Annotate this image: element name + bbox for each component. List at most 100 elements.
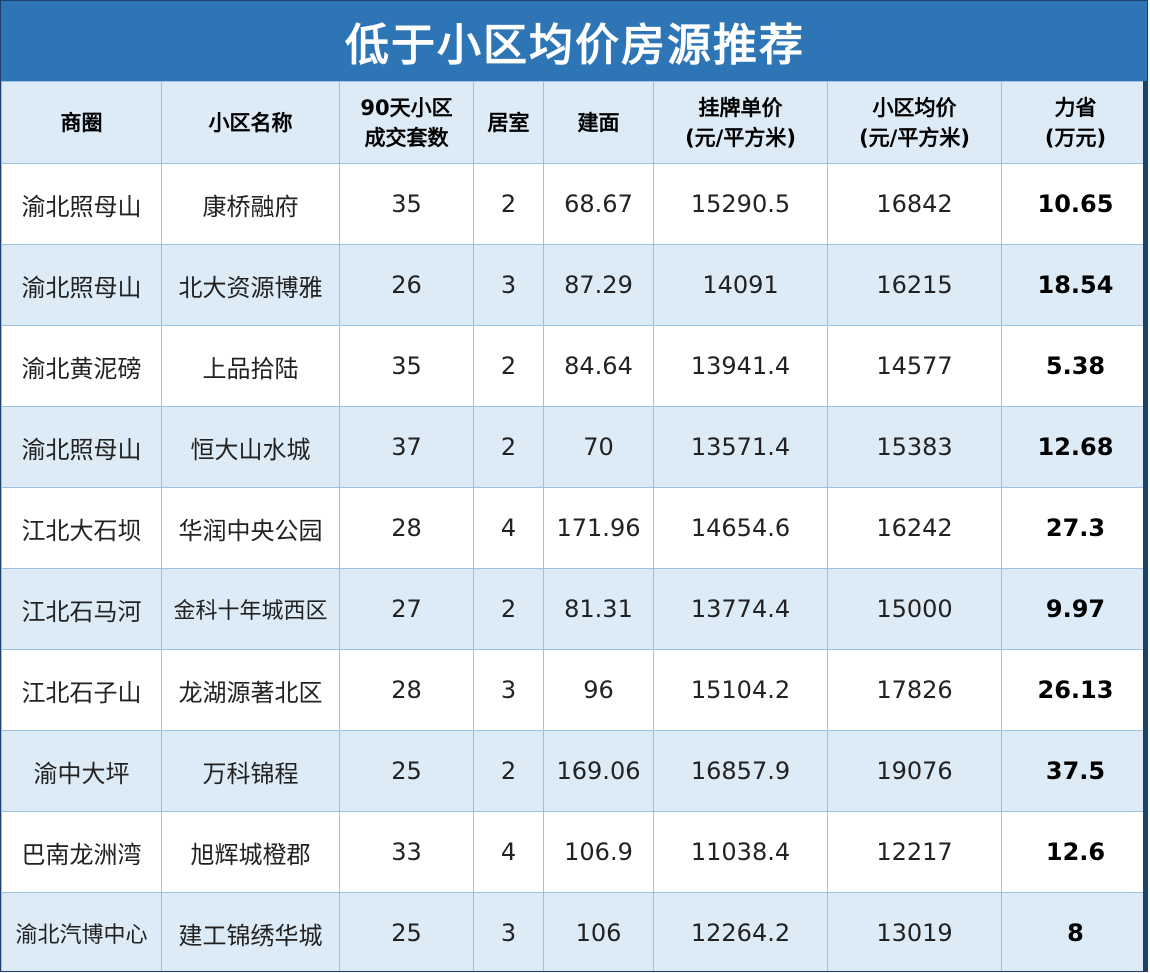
cell-area: 81.31 xyxy=(543,568,654,650)
cell-deals: 26 xyxy=(339,244,474,326)
header-area: 建面 xyxy=(543,81,654,164)
header-avg-price: 小区均价 (元/平方米) xyxy=(827,81,1002,164)
cell-rooms: 4 xyxy=(473,487,544,569)
cell-community: 万科锦程 xyxy=(161,730,340,812)
header-list-price: 挂牌单价 (元/平方米) xyxy=(653,81,828,164)
listings-table: 商圈 小区名称 90天小区成交套数 居室 建面 挂牌单价 (元/平方米) 小区均价… xyxy=(1,81,1147,971)
header-label: 居室 xyxy=(487,110,530,135)
cell-area: 68.67 xyxy=(543,163,654,245)
cell-list-price: 16857.9 xyxy=(653,730,828,812)
table-row: 江北大石坝 华润中央公园 28 4 171.96 14654.6 16242 2… xyxy=(1,487,1147,569)
cell-community: 北大资源博雅 xyxy=(161,244,340,326)
cell-list-price: 14091 xyxy=(653,244,828,326)
cell-community: 康桥融府 xyxy=(161,163,340,245)
listing-sheet: 低于小区均价房源推荐 商圈 小区名称 90天小区成交套数 居室 建面 挂牌单价 (… xyxy=(0,0,1148,972)
header-sublabel: (万元) xyxy=(1044,125,1107,150)
cell-district: 江北石子山 xyxy=(1,649,162,731)
table-row: 江北石马河 金科十年城西区 27 2 81.31 13774.4 15000 9… xyxy=(1,568,1147,650)
cell-avg-price: 16215 xyxy=(827,244,1002,326)
table-row: 渝北汽博中心 建工锦绣华城 25 3 106 12264.2 13019 8 xyxy=(1,892,1147,971)
cell-district: 江北大石坝 xyxy=(1,487,162,569)
cell-avg-price: 15000 xyxy=(827,568,1002,650)
cell-rooms: 2 xyxy=(473,163,544,245)
table-row: 渝北照母山 北大资源博雅 26 3 87.29 14091 16215 18.5… xyxy=(1,244,1147,326)
cell-list-price: 11038.4 xyxy=(653,811,828,893)
cell-rooms: 4 xyxy=(473,811,544,893)
table-row: 渝北照母山 恒大山水城 37 2 70 13571.4 15383 12.68 xyxy=(1,406,1147,488)
cell-district: 渝北照母山 xyxy=(1,244,162,326)
cell-saving: 12.6 xyxy=(1001,811,1147,893)
cell-saving: 26.13 xyxy=(1001,649,1147,731)
cell-list-price: 13941.4 xyxy=(653,325,828,407)
cell-district: 巴南龙洲湾 xyxy=(1,811,162,893)
table-title: 低于小区均价房源推荐 xyxy=(1,1,1147,81)
cell-list-price: 15290.5 xyxy=(653,163,828,245)
cell-community: 建工锦绣华城 xyxy=(161,892,340,971)
cell-area: 106 xyxy=(543,892,654,971)
header-district: 商圈 xyxy=(1,81,162,164)
header-community: 小区名称 xyxy=(161,81,340,164)
cell-community: 上品拾陆 xyxy=(161,325,340,407)
cell-avg-price: 15383 xyxy=(827,406,1002,488)
cell-saving: 12.68 xyxy=(1001,406,1147,488)
cell-district: 渝北汽博中心 xyxy=(1,892,162,971)
cell-rooms: 3 xyxy=(473,892,544,971)
cell-deals: 25 xyxy=(339,730,474,812)
cell-district: 渝北照母山 xyxy=(1,406,162,488)
table-row: 渝北照母山 康桥融府 35 2 68.67 15290.5 16842 10.6… xyxy=(1,163,1147,245)
cell-saving: 37.5 xyxy=(1001,730,1147,812)
table-row: 巴南龙洲湾 旭辉城橙郡 33 4 106.9 11038.4 12217 12.… xyxy=(1,811,1147,893)
cell-saving: 10.65 xyxy=(1001,163,1147,245)
cell-rooms: 3 xyxy=(473,649,544,731)
header-row: 商圈 小区名称 90天小区成交套数 居室 建面 挂牌单价 (元/平方米) 小区均价… xyxy=(1,81,1147,164)
cell-list-price: 14654.6 xyxy=(653,487,828,569)
cell-deals: 27 xyxy=(339,568,474,650)
header-label: 小区均价 xyxy=(872,95,957,120)
cell-saving: 9.97 xyxy=(1001,568,1147,650)
cell-area: 96 xyxy=(543,649,654,731)
cell-deals: 28 xyxy=(339,487,474,569)
header-label: 商圈 xyxy=(60,110,103,135)
cell-avg-price: 14577 xyxy=(827,325,1002,407)
cell-saving: 18.54 xyxy=(1001,244,1147,326)
cell-community: 金科十年城西区 xyxy=(161,568,340,650)
cell-saving: 8 xyxy=(1001,892,1147,971)
cell-district: 江北石马河 xyxy=(1,568,162,650)
cell-community: 旭辉城橙郡 xyxy=(161,811,340,893)
cell-list-price: 15104.2 xyxy=(653,649,828,731)
frame-right-border xyxy=(1143,81,1147,971)
cell-avg-price: 13019 xyxy=(827,892,1002,971)
cell-avg-price: 17826 xyxy=(827,649,1002,731)
cell-rooms: 3 xyxy=(473,244,544,326)
header-deals: 90天小区成交套数 xyxy=(339,81,474,164)
cell-deals: 35 xyxy=(339,163,474,245)
cell-deals: 35 xyxy=(339,325,474,407)
cell-community: 恒大山水城 xyxy=(161,406,340,488)
header-label: 力省 xyxy=(1054,95,1097,120)
table-row: 江北石子山 龙湖源著北区 28 3 96 15104.2 17826 26.13 xyxy=(1,649,1147,731)
header-sublabel: 成交套数 xyxy=(364,125,449,150)
cell-avg-price: 16842 xyxy=(827,163,1002,245)
cell-avg-price: 16242 xyxy=(827,487,1002,569)
cell-area: 106.9 xyxy=(543,811,654,893)
header-label: 90天小区 xyxy=(360,95,453,120)
cell-deals: 28 xyxy=(339,649,474,731)
header-label: 建面 xyxy=(577,110,620,135)
cell-area: 84.64 xyxy=(543,325,654,407)
cell-area: 169.06 xyxy=(543,730,654,812)
cell-area: 171.96 xyxy=(543,487,654,569)
cell-deals: 25 xyxy=(339,892,474,971)
cell-list-price: 12264.2 xyxy=(653,892,828,971)
cell-area: 70 xyxy=(543,406,654,488)
cell-community: 龙湖源著北区 xyxy=(161,649,340,731)
cell-saving: 5.38 xyxy=(1001,325,1147,407)
cell-list-price: 13774.4 xyxy=(653,568,828,650)
cell-rooms: 2 xyxy=(473,406,544,488)
table-row: 渝北黄泥磅 上品拾陆 35 2 84.64 13941.4 14577 5.38 xyxy=(1,325,1147,407)
cell-rooms: 2 xyxy=(473,730,544,812)
header-sublabel: (元/平方米) xyxy=(859,125,970,150)
cell-deals: 33 xyxy=(339,811,474,893)
cell-avg-price: 12217 xyxy=(827,811,1002,893)
cell-rooms: 2 xyxy=(473,325,544,407)
cell-avg-price: 19076 xyxy=(827,730,1002,812)
